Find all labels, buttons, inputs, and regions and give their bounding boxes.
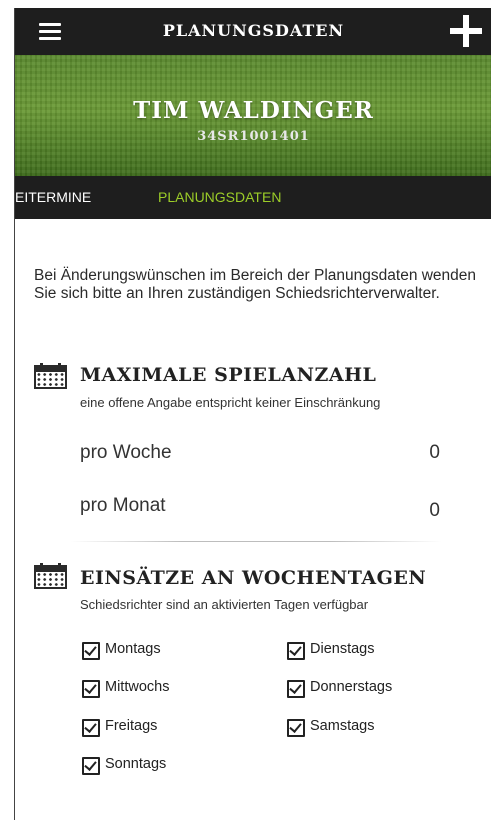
per-week-value: 0 bbox=[429, 442, 440, 463]
calendar-icon bbox=[34, 363, 67, 391]
checkbox-checked-icon[interactable] bbox=[82, 642, 100, 660]
weekday-label: Freitags bbox=[105, 718, 158, 734]
tab-spieltermine[interactable]: EITERMINE bbox=[15, 189, 91, 205]
section-title-max-games: MAXIMALE SPIELANZAHL bbox=[80, 364, 377, 386]
tab-planungsdaten[interactable]: PLANUNGSDATEN bbox=[158, 189, 281, 205]
calendar-icon bbox=[34, 563, 67, 591]
checkbox-checked-icon[interactable] bbox=[82, 680, 100, 698]
profile-header: TIM WALDINGER 34SR1001401 bbox=[15, 55, 491, 176]
app-screen: PLANUNGSDATEN TIM WALDINGER 34SR1001401 … bbox=[14, 8, 491, 820]
checkbox-checked-icon[interactable] bbox=[82, 757, 100, 775]
profile-id: 34SR1001401 bbox=[197, 129, 310, 144]
checkbox-checked-icon[interactable] bbox=[82, 719, 100, 737]
profile-name: TIM WALDINGER bbox=[133, 97, 374, 124]
per-week-label: pro Woche bbox=[80, 442, 172, 463]
section-divider bbox=[70, 541, 442, 542]
per-month-label: pro Monat bbox=[80, 495, 166, 516]
weekday-label: Sonntags bbox=[105, 756, 167, 772]
page-title: PLANUNGSDATEN bbox=[162, 21, 345, 40]
section-subtitle-weekdays: Schiedsrichter sind an aktivierten Tagen… bbox=[80, 597, 369, 612]
checkbox-checked-icon[interactable] bbox=[287, 680, 305, 698]
section-subtitle-max-games: eine offene Angabe entspricht keiner Ein… bbox=[80, 395, 381, 410]
weekday-label: Montags bbox=[105, 641, 161, 657]
intro-text: Bei Änderungswünschen im Bereich der Pla… bbox=[34, 267, 477, 302]
tab-bar: EITERMINE PLANUNGSDATEN bbox=[15, 176, 491, 219]
weekday-label: Samstags bbox=[310, 718, 375, 734]
top-bar: PLANUNGSDATEN bbox=[15, 8, 491, 55]
checkbox-checked-icon[interactable] bbox=[287, 719, 305, 737]
weekday-label: Donnerstags bbox=[310, 679, 393, 695]
section-title-weekdays: EINSÄTZE AN WOCHENTAGEN bbox=[80, 567, 427, 589]
per-month-value: 0 bbox=[429, 500, 440, 521]
checkbox-checked-icon[interactable] bbox=[287, 642, 305, 660]
weekday-label: Dienstags bbox=[310, 641, 375, 657]
add-plus-icon[interactable] bbox=[450, 15, 482, 47]
weekday-label: Mittwochs bbox=[105, 679, 170, 695]
